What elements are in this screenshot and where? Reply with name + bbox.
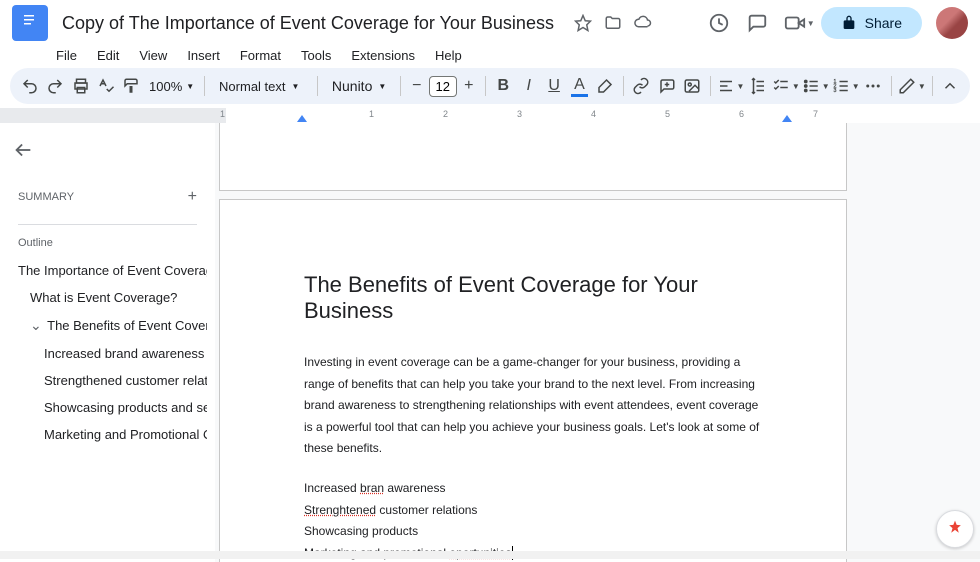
outline-item[interactable]: Showcasing products and services: [8, 394, 207, 421]
star-icon[interactable]: [574, 14, 592, 32]
ruler-tick: 1: [220, 109, 225, 119]
document-page[interactable]: The Benefits of Event Coverage for Your …: [219, 199, 847, 562]
svg-text:3: 3: [833, 88, 836, 94]
summary-add-button[interactable]: +: [188, 188, 197, 206]
history-icon[interactable]: [707, 11, 731, 35]
outline-collapse-button[interactable]: [8, 135, 207, 170]
fontsize-increase[interactable]: +: [459, 72, 479, 100]
more-options-button[interactable]: [862, 72, 885, 100]
horizontal-scrollbar[interactable]: [0, 551, 980, 559]
outline-panel: Summary + Outline The Importance of Even…: [0, 123, 215, 562]
zoom-select[interactable]: 100%▼: [145, 77, 198, 96]
menu-edit[interactable]: Edit: [89, 46, 127, 62]
previous-page-edge: [219, 123, 847, 191]
numbered-list-button[interactable]: 123▼: [832, 72, 860, 100]
paint-format-button[interactable]: [120, 72, 143, 100]
outline-label: Outline: [8, 233, 207, 257]
underline-button[interactable]: U: [542, 72, 565, 100]
editing-mode-button[interactable]: ▼: [898, 72, 926, 100]
outline-item[interactable]: Increased brand awareness: [8, 340, 207, 367]
italic-button[interactable]: I: [517, 72, 540, 100]
text-color-button[interactable]: A: [568, 72, 591, 100]
ruler-tick: 1: [369, 109, 374, 119]
bulleted-list-button[interactable]: ▼: [802, 72, 830, 100]
cloud-status-icon[interactable]: [634, 14, 652, 32]
ruler-tick: 7: [813, 109, 818, 119]
menu-bar: File Edit View Insert Format Tools Exten…: [0, 46, 980, 68]
move-icon[interactable]: [604, 14, 622, 32]
ruler-indent-left[interactable]: [297, 115, 307, 122]
outline-item[interactable]: Marketing and Promotional Opportunities: [8, 421, 207, 448]
print-button[interactable]: [69, 72, 92, 100]
bold-button[interactable]: B: [492, 72, 515, 100]
insert-image-button[interactable]: [680, 72, 703, 100]
insert-link-button[interactable]: [629, 72, 652, 100]
outline-item[interactable]: The Importance of Event Coverage: [8, 257, 207, 284]
explore-button[interactable]: [936, 510, 974, 548]
ruler-tick: 4: [591, 109, 596, 119]
heading-2[interactable]: The Benefits of Event Coverage for Your …: [304, 272, 762, 324]
fontsize-decrease[interactable]: −: [407, 72, 427, 100]
menu-view[interactable]: View: [131, 46, 175, 62]
menu-insert[interactable]: Insert: [179, 46, 228, 62]
collapse-icon[interactable]: ⌄: [30, 317, 42, 333]
spelling-error[interactable]: bran: [360, 481, 384, 495]
align-button[interactable]: ▼: [717, 72, 745, 100]
outline-item[interactable]: Strengthened customer relations: [8, 367, 207, 394]
document-title[interactable]: Copy of The Importance of Event Coverage…: [56, 11, 560, 36]
body-line[interactable]: Showcasing products: [304, 521, 762, 543]
body-paragraph[interactable]: Investing in event coverage can be a gam…: [304, 352, 762, 460]
share-button[interactable]: Share: [821, 7, 922, 39]
title-status-icons: [574, 14, 652, 32]
menu-help[interactable]: Help: [427, 46, 470, 62]
menu-format[interactable]: Format: [232, 46, 289, 62]
menu-extensions[interactable]: Extensions: [343, 46, 423, 62]
undo-button[interactable]: [18, 72, 41, 100]
checklist-button[interactable]: ▼: [772, 72, 800, 100]
ruler-indent-right[interactable]: [782, 115, 792, 122]
docs-icon[interactable]: [12, 5, 48, 41]
toolbar: 100%▼ Normal text▼ Nunito▼ − + B I U A ▼…: [10, 68, 970, 104]
menu-file[interactable]: File: [48, 46, 85, 62]
body-line[interactable]: Strenghtened customer relations: [304, 500, 762, 522]
account-avatar[interactable]: [936, 7, 968, 39]
meet-icon[interactable]: ▼: [783, 11, 807, 35]
share-label: Share: [865, 15, 902, 31]
title-bar: Copy of The Importance of Event Coverage…: [0, 0, 980, 46]
horizontal-ruler[interactable]: 1 1 2 3 4 5 6 7: [226, 108, 980, 123]
document-canvas[interactable]: The Benefits of Event Coverage for Your …: [215, 123, 980, 562]
paragraph-style-select[interactable]: Normal text▼: [211, 77, 311, 96]
redo-button[interactable]: [43, 72, 66, 100]
ruler-tick: 5: [665, 109, 670, 119]
spelling-error[interactable]: Strenghtened: [304, 503, 376, 517]
highlight-color-button[interactable]: [593, 72, 616, 100]
summary-label: Summary: [18, 191, 74, 203]
ruler-tick: 6: [739, 109, 744, 119]
ruler-tick: 2: [443, 109, 448, 119]
collapse-toolbar-button[interactable]: [939, 72, 962, 100]
outline-item[interactable]: What is Event Coverage?: [8, 284, 207, 311]
outline-item[interactable]: ⌄ The Benefits of Event Coverage: [8, 311, 207, 340]
comments-icon[interactable]: [745, 11, 769, 35]
insert-comment-button[interactable]: [655, 72, 678, 100]
font-family-select[interactable]: Nunito▼: [324, 76, 394, 96]
body-line[interactable]: Increased bran awareness: [304, 478, 762, 500]
line-spacing-button[interactable]: [746, 72, 769, 100]
ruler-tick: 3: [517, 109, 522, 119]
fontsize-input[interactable]: [429, 76, 457, 97]
outline-item-label: The Benefits of Event Coverage: [47, 318, 207, 333]
spellcheck-button[interactable]: [94, 72, 117, 100]
menu-tools[interactable]: Tools: [293, 46, 339, 62]
